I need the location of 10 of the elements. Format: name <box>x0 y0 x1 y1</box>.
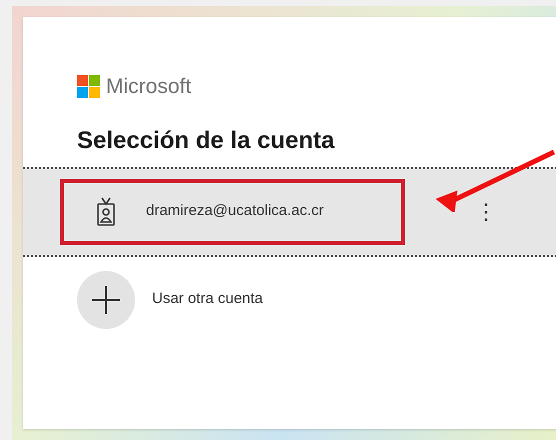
account-email: dramireza@ucatolica.ac.cr <box>146 201 324 222</box>
add-account-label: Usar otra cuenta <box>152 289 263 310</box>
add-account-row[interactable]: Usar otra cuenta <box>23 270 556 328</box>
page-heading: Selección de la cuenta <box>76 126 336 156</box>
logo-icon <box>77 75 100 98</box>
plus-icon <box>77 270 135 328</box>
brand-name: Microsoft <box>106 74 192 100</box>
id-badge-icon <box>96 196 116 226</box>
account-row[interactable]: dramireza@ucatolica.ac.cr ⋮ <box>23 166 556 256</box>
more-options-button[interactable]: ⋮ <box>471 195 501 228</box>
